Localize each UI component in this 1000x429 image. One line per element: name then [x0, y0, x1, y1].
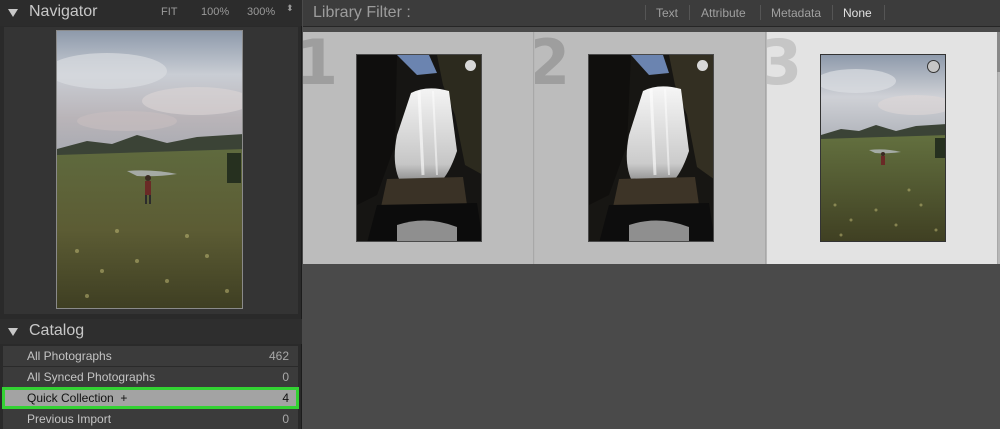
catalog-item-all-synced-photographs[interactable]: All Synced Photographs 0: [3, 367, 298, 387]
library-filter-title: Library Filter :: [313, 4, 411, 21]
grid-cell-3[interactable]: 3: [767, 32, 998, 264]
catalog-item-all-photographs[interactable]: All Photographs 462: [3, 346, 298, 366]
collapse-triangle-icon[interactable]: [8, 328, 18, 336]
filter-tab-text[interactable]: Text: [656, 6, 678, 20]
meadow-photo-icon: [57, 31, 242, 308]
catalog-header[interactable]: Catalog: [0, 319, 302, 344]
zoom-100-option[interactable]: 100%: [201, 6, 229, 18]
filter-tab-metadata[interactable]: Metadata: [771, 6, 821, 20]
catalog-item-label: All Synced Photographs: [27, 370, 156, 384]
thumbnail-waterfall[interactable]: [356, 54, 482, 242]
catalog-item-previous-import[interactable]: Previous Import 0: [3, 409, 298, 429]
catalog-item-label: Previous Import: [27, 412, 112, 426]
catalog-item-quick-collection[interactable]: Quick Collection + 4: [2, 387, 299, 409]
waterfall-photo-icon: [589, 55, 713, 241]
filter-divider: [689, 5, 690, 20]
catalog-item-count: 4: [282, 391, 289, 405]
filter-divider: [760, 5, 761, 20]
filter-divider: [884, 5, 885, 20]
thumbnail-grid: 1 2: [303, 32, 1000, 264]
zoom-300-option[interactable]: 300%: [247, 6, 275, 18]
cell-index-number: 3: [767, 32, 802, 99]
navigator-preview-image[interactable]: [56, 30, 243, 309]
grid-cell-1[interactable]: 1: [303, 32, 534, 264]
library-filter-bar: Library Filter : Text Attribute Metadata…: [303, 0, 1000, 27]
filter-tab-attribute[interactable]: Attribute: [701, 6, 746, 20]
filter-tab-none[interactable]: None: [843, 6, 872, 20]
meadow-photo-icon: [821, 55, 945, 241]
catalog-list: All Photographs 462 All Synced Photograp…: [2, 346, 299, 429]
thumbnail-waterfall[interactable]: [588, 54, 714, 242]
catalog-item-count: 0: [282, 412, 289, 426]
catalog-item-count: 0: [282, 370, 289, 384]
catalog-item-label: All Photographs: [27, 349, 112, 363]
filter-divider: [832, 5, 833, 20]
catalog-item-count: 462: [268, 349, 289, 363]
badge-circle-icon[interactable]: [697, 60, 708, 71]
navigator-header[interactable]: Navigator FIT 100% 300% ⬍: [0, 0, 302, 26]
badge-circle-icon[interactable]: [465, 60, 476, 71]
grid-cell-2[interactable]: 2: [535, 32, 766, 264]
cell-index-number: 2: [535, 32, 570, 99]
badge-circle-icon[interactable]: [927, 60, 940, 73]
navigator-title: Navigator: [29, 3, 98, 20]
catalog-item-label: Quick Collection +: [27, 391, 128, 405]
zoom-menu-icon[interactable]: ⬍: [286, 4, 294, 13]
zoom-fit-option[interactable]: FIT: [161, 6, 178, 18]
waterfall-photo-icon: [357, 55, 481, 241]
left-panel: Navigator FIT 100% 300% ⬍ Catalog All Ph…: [0, 0, 302, 429]
filter-divider: [645, 5, 646, 20]
cell-index-number: 1: [303, 32, 338, 99]
collapse-triangle-icon[interactable]: [8, 9, 18, 17]
thumbnail-meadow[interactable]: [820, 54, 946, 242]
catalog-title: Catalog: [29, 322, 85, 339]
